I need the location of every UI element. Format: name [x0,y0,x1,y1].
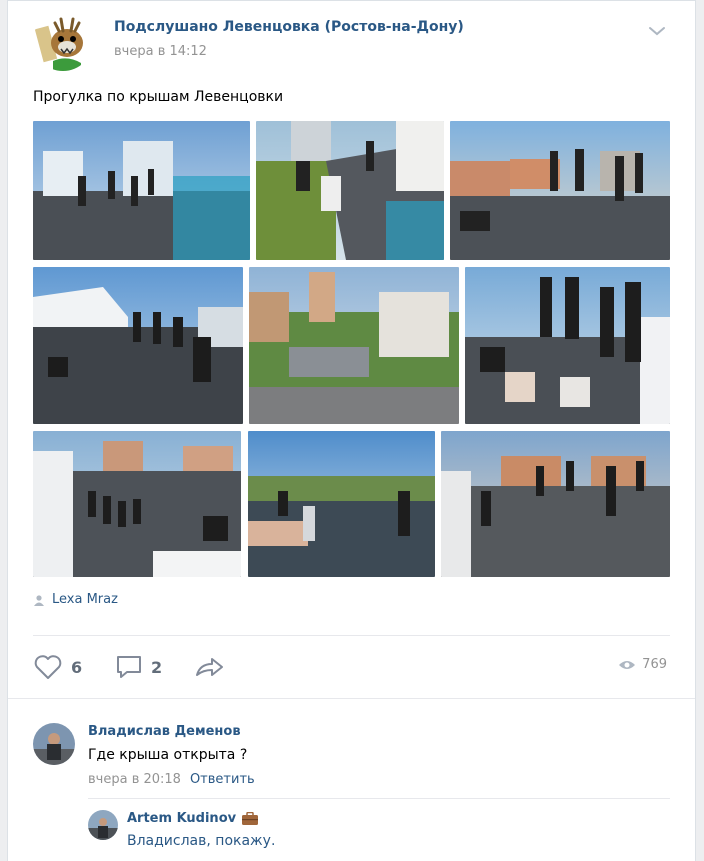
reply-button[interactable]: Ответить [190,772,255,787]
post-photo[interactable] [256,121,444,260]
comment-button[interactable]: 2 [115,652,162,682]
group-name-link[interactable]: Подслушано Левенцовка (Ростов-на-Дону) [114,19,464,35]
post-photo[interactable] [33,431,241,577]
divider [8,698,695,699]
post-photo[interactable] [33,121,250,260]
divider [33,635,670,636]
comment-author-name: Artem Kudinov [127,811,237,826]
comment-avatar[interactable] [88,810,118,840]
like-count: 6 [71,657,83,677]
divider [88,798,670,799]
comment-icon [117,656,141,678]
post-card: Подслушано Левенцовка (Ростов-на-Дону) в… [7,0,696,861]
comment-count: 2 [151,657,163,677]
post-photo[interactable] [33,267,243,424]
comment-text-body: Владислав, покажу. [127,833,276,849]
comment-time[interactable]: вчера в 20:18 [88,772,181,787]
comment-author[interactable]: Artem Kudinov [127,811,259,826]
person-icon [34,594,44,606]
views-count: 769 [642,657,667,672]
comment-meta: вчера в 20:18 Ответить [88,772,255,787]
share-icon [196,658,223,676]
views-counter: 769 [618,657,667,672]
post-time[interactable]: вчера в 14:12 [114,44,207,59]
post-photo[interactable] [248,431,435,577]
post-author-name: Lexa Mraz [52,592,118,607]
comment-author[interactable]: Владислав Деменов [88,724,241,739]
comment-avatar[interactable] [33,723,75,765]
post-photo[interactable] [465,267,670,424]
group-avatar[interactable] [33,11,93,71]
post-photo[interactable] [249,267,459,424]
briefcase-icon [242,811,259,825]
like-button[interactable]: 6 [33,652,82,682]
post-photo[interactable] [441,431,670,577]
comment-text: Владислав, покажу. [127,833,275,849]
share-button[interactable] [194,652,226,682]
post-text: Прогулка по крышам Левенцовки [33,89,284,105]
comment-text: Где крыша открыта ? [88,747,248,763]
chevron-down-icon[interactable] [647,23,667,37]
eye-icon [619,660,636,669]
post-author[interactable]: Lexa Mraz [33,592,118,607]
heart-icon [34,655,62,679]
post-photo[interactable] [450,121,670,260]
